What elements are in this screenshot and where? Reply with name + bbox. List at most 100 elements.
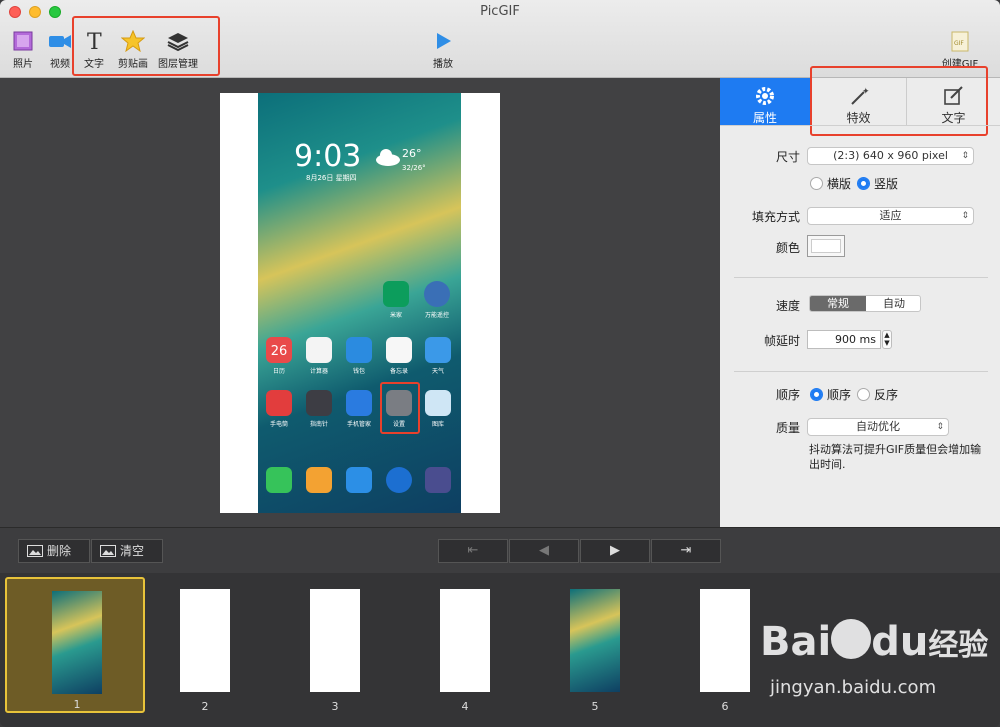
last-frame-button[interactable]: ⇥	[651, 539, 721, 563]
baidu-watermark-logo: Bai du经验	[760, 619, 989, 665]
app-label: 手机管家	[346, 421, 371, 428]
delay-label: 帧延时	[763, 334, 800, 348]
frame-number: 1	[73, 698, 81, 711]
clear-button[interactable]: 清空	[91, 539, 163, 563]
app-label: 日历	[272, 368, 285, 375]
frame-image	[310, 589, 360, 692]
orient-portrait-radio[interactable]: 竖版	[857, 175, 898, 192]
app-label: 图库	[431, 421, 444, 428]
cloud-icon	[376, 149, 400, 166]
skip-first-icon: ⇤	[467, 543, 479, 558]
canvas-area: 9:03 26° 32/26° 8月26日 星期四 米家 万能遥控 26 日历 计…	[0, 78, 720, 527]
app-label: 手电筒	[269, 421, 288, 428]
frame-image	[52, 591, 102, 694]
frame-image	[570, 589, 620, 692]
frame-number: 6	[721, 700, 729, 713]
baidu-watermark-url: jingyan.baidu.com	[770, 677, 937, 698]
delay-input[interactable]: 900 ms	[807, 330, 881, 349]
next-frame-button[interactable]: ▶	[580, 539, 650, 563]
frame-thumbnail[interactable]: 4	[395, 577, 535, 713]
app-label: 天气	[431, 368, 444, 375]
properties-panel: 属性 ✦ 特效 文字 尺寸 (2:3) 640 x 960 pixel ⇕ 横版 …	[720, 66, 1000, 527]
color-well[interactable]	[807, 235, 845, 257]
preview-page: 9:03 26° 32/26° 8月26日 星期四 米家 万能遥控 26 日历 计…	[220, 93, 500, 513]
frame-thumbnail[interactable]: 5	[525, 577, 665, 713]
delete-label: 删除	[47, 544, 72, 558]
frame-number: 4	[461, 700, 469, 713]
svg-text:GIF: GIF	[954, 40, 964, 47]
frame-thumbnail[interactable]: 2	[135, 577, 275, 713]
clear-label: 清空	[120, 544, 145, 558]
app-window: PicGIF 照片 视频 T 文字 剪贴画 图层管理 播放 GIF 创建GIF	[0, 0, 1000, 727]
size-label: 尺寸	[775, 150, 800, 164]
arrow-right-icon: ▶	[610, 543, 620, 558]
dock-phone[interactable]	[266, 467, 292, 493]
frame-thumbnail[interactable]: 1	[5, 577, 145, 713]
app-wallet[interactable]	[346, 337, 372, 363]
app-label: 备忘录	[389, 368, 408, 375]
frame-controls-bar: 删除 清空 ⇤ ◀ ▶ ⇥	[0, 527, 1000, 573]
app-calculator[interactable]	[306, 337, 332, 363]
speed-normal-segment[interactable]: 常规	[810, 296, 866, 311]
first-frame-button[interactable]: ⇤	[438, 539, 508, 563]
speed-auto-segment[interactable]: 自动	[866, 296, 920, 311]
create-gif-button[interactable]: GIF 创建GIF	[935, 30, 985, 70]
dock-camera[interactable]	[425, 467, 451, 493]
app-phone-manager[interactable]	[346, 390, 372, 416]
frame-number: 3	[331, 700, 339, 713]
app-label: 米家	[389, 312, 402, 319]
size-select[interactable]: (2:3) 640 x 960 pixel ⇕	[807, 147, 974, 165]
photo-label: 照片	[13, 59, 33, 70]
order-reverse-radio[interactable]: 反序	[857, 386, 898, 403]
app-remote[interactable]	[424, 281, 450, 307]
app-notes[interactable]	[386, 337, 412, 363]
frame-image	[180, 589, 230, 692]
tab-label: 属性	[752, 111, 777, 125]
image-icon	[100, 545, 116, 557]
play-icon	[437, 33, 451, 49]
video-label: 视频	[50, 59, 70, 70]
quality-note: 抖动算法可提升GIF质量但会增加输出时间.	[809, 443, 982, 471]
play-button[interactable]: 播放	[418, 30, 468, 70]
gear-icon	[756, 87, 774, 105]
tab-properties[interactable]: 属性	[720, 78, 810, 126]
order-label: 顺序	[775, 388, 800, 402]
frame-thumbnail[interactable]: 3	[265, 577, 405, 713]
frame-filmstrip: 1 2 3 4 5 6 Bai du经验 jingyan.baidu.com	[0, 573, 1000, 727]
frame-number: 2	[201, 700, 209, 713]
orient-landscape-radio[interactable]: 横版	[810, 175, 851, 192]
divider	[734, 371, 988, 372]
frame-number: 5	[591, 700, 599, 713]
frame-image	[440, 589, 490, 692]
delay-stepper[interactable]: ▲ ▼	[882, 330, 892, 349]
speed-label: 速度	[775, 299, 800, 313]
skip-last-icon: ⇥	[680, 543, 692, 558]
app-flashlight[interactable]	[266, 390, 292, 416]
order-sequence-radio[interactable]: 顺序	[810, 386, 851, 403]
dock-messages[interactable]	[346, 467, 372, 493]
app-mijia[interactable]	[383, 281, 409, 307]
app-weather[interactable]	[425, 337, 451, 363]
arrow-left-icon: ◀	[539, 543, 549, 558]
dock-contacts[interactable]	[306, 467, 332, 493]
app-calendar[interactable]: 26	[266, 337, 292, 363]
delete-button[interactable]: 删除	[18, 539, 90, 563]
quality-label: 质量	[775, 421, 800, 435]
phone-clock: 9:03	[294, 139, 362, 174]
gif-file-icon: GIF	[951, 31, 969, 52]
quality-select[interactable]: 自动优化 ⇕	[807, 418, 949, 436]
fill-select[interactable]: 适应 ⇕	[807, 207, 974, 225]
phone-date: 8月26日 星期四	[306, 174, 357, 182]
app-label: 指南针	[309, 421, 328, 428]
image-icon	[27, 545, 43, 557]
highlight-box-settings	[380, 382, 420, 434]
phone-screenshot: 9:03 26° 32/26° 8月26日 星期四 米家 万能遥控 26 日历 计…	[258, 93, 461, 513]
dock-browser[interactable]	[386, 467, 412, 493]
app-compass[interactable]	[306, 390, 332, 416]
divider	[734, 277, 988, 278]
frame-image	[700, 589, 750, 692]
divider	[720, 125, 1000, 126]
prev-frame-button[interactable]: ◀	[509, 539, 579, 563]
photo-icon	[13, 31, 33, 51]
app-gallery[interactable]	[425, 390, 451, 416]
